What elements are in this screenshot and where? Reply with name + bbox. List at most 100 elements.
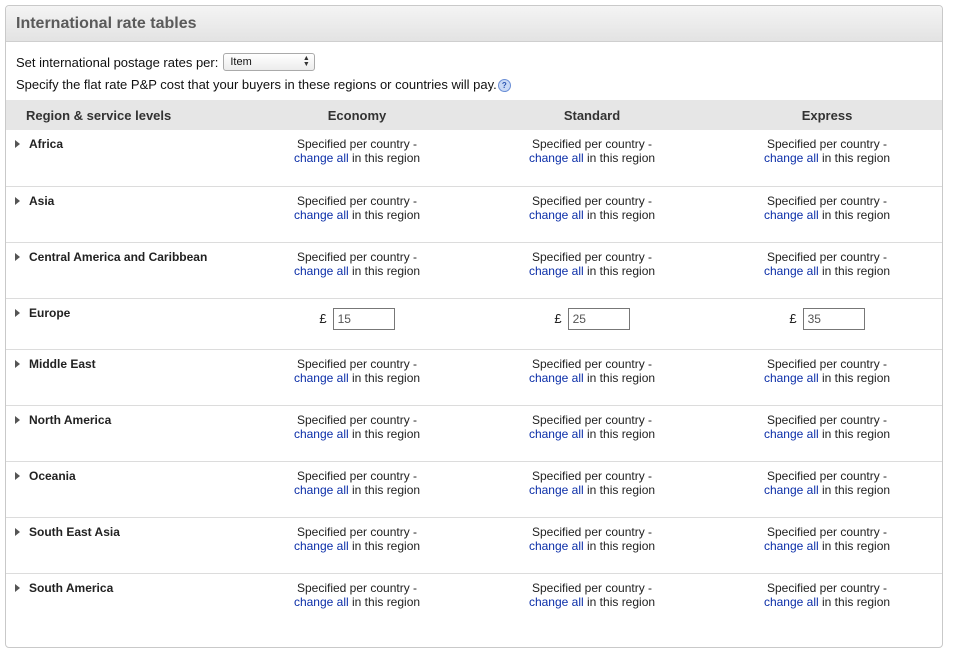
rate-per-select[interactable]: Item ▲ ▼ <box>223 53 316 71</box>
change-all-link[interactable]: change all <box>764 371 819 385</box>
express-price-input[interactable] <box>802 307 865 330</box>
in-this-region-text: in this region <box>348 426 421 441</box>
expand-triangle-icon[interactable] <box>15 196 20 205</box>
specified-per-country-text: Specified per country - <box>766 249 888 264</box>
expand-triangle-icon[interactable] <box>15 527 20 536</box>
region-cell: Asia <box>6 186 240 242</box>
specified-per-country-note: Specified per country - change all in thi… <box>710 462 942 497</box>
specified-per-country-note: Specified per country - change all in thi… <box>710 518 942 553</box>
expand-triangle-icon[interactable] <box>15 471 20 480</box>
in-this-region-text: in this region <box>818 594 891 609</box>
rate-cell-express: Specified per country - change all in thi… <box>710 242 942 298</box>
expand-triangle-icon[interactable] <box>15 359 20 368</box>
specified-per-country-text: Specified per country - <box>531 580 653 595</box>
region-name: Africa <box>29 137 64 151</box>
economy-price-input[interactable] <box>332 307 395 330</box>
region-toggle[interactable]: Middle East <box>6 350 240 371</box>
description-row: Specify the flat rate P&P cost that your… <box>16 77 942 92</box>
rate-cell-express: Specified per country - change all in thi… <box>710 130 942 186</box>
region-toggle[interactable]: Oceania <box>6 462 240 483</box>
rate-cell-standard: Specified per country - change all in thi… <box>474 242 710 298</box>
expand-triangle-icon[interactable] <box>15 308 20 317</box>
region-row: Africa Specified per country - change all … <box>6 130 942 186</box>
change-all-link[interactable]: change all <box>294 208 349 222</box>
change-all-link[interactable]: change all <box>529 371 584 385</box>
rate-cell-standard: Specified per country - change all in thi… <box>474 349 710 405</box>
change-all-link[interactable]: change all <box>294 483 349 497</box>
change-all-link[interactable]: change all <box>764 539 819 553</box>
specified-per-country-note: Specified per country - change all in thi… <box>240 350 474 385</box>
region-cell: Central America and Caribbean <box>6 242 240 298</box>
region-toggle[interactable]: South America <box>6 574 240 595</box>
change-all-link[interactable]: change all <box>529 151 584 165</box>
change-all-link[interactable]: change all <box>294 595 349 609</box>
rate-cell-standard: Specified per country - change all in thi… <box>474 573 710 629</box>
change-all-link[interactable]: change all <box>764 264 819 278</box>
help-icon[interactable]: ? <box>497 79 511 92</box>
in-this-region-text: in this region <box>818 538 891 553</box>
column-header-economy: Economy <box>327 107 387 123</box>
specified-per-country-text: Specified per country - <box>531 412 653 427</box>
region-row: South East Asia Specified per country - ch… <box>6 517 942 573</box>
specified-per-country-text: Specified per country - <box>296 137 418 151</box>
in-this-region-text: in this region <box>583 482 656 497</box>
region-row: South America Specified per country - chan… <box>6 573 942 629</box>
change-all-link[interactable]: change all <box>529 208 584 222</box>
change-all-link[interactable]: change all <box>294 427 349 441</box>
expand-triangle-icon[interactable] <box>15 140 20 148</box>
change-all-link[interactable]: change all <box>764 595 819 609</box>
expand-triangle-icon[interactable] <box>15 252 20 261</box>
in-this-region-text: in this region <box>583 594 656 609</box>
specified-per-country-note: Specified per country - change all in thi… <box>710 574 942 609</box>
region-row: Oceania Specified per country - change all… <box>6 461 942 517</box>
region-cell: North America <box>6 405 240 461</box>
region-toggle[interactable]: North America <box>6 406 240 427</box>
region-toggle[interactable]: Asia <box>6 187 240 208</box>
region-name: Middle East <box>29 356 96 371</box>
change-all-link[interactable]: change all <box>294 264 349 278</box>
in-this-region-text: in this region <box>348 482 421 497</box>
specified-per-country-note: Specified per country - change all in thi… <box>474 406 710 441</box>
change-all-link[interactable]: change all <box>529 427 584 441</box>
region-cell: South America <box>6 573 240 629</box>
region-cell: Europe <box>6 298 240 349</box>
panel-title: International rate tables <box>16 14 197 32</box>
change-all-link[interactable]: change all <box>294 371 349 385</box>
change-all-link[interactable]: change all <box>529 264 584 278</box>
currency-symbol: £ <box>789 311 797 326</box>
change-all-link[interactable]: change all <box>764 208 819 222</box>
region-toggle[interactable]: Europe <box>6 299 240 320</box>
change-all-link[interactable]: change all <box>764 151 819 165</box>
change-all-link[interactable]: change all <box>529 539 584 553</box>
expand-triangle-icon[interactable] <box>15 583 20 592</box>
column-header-region: Region & service levels <box>26 107 172 123</box>
change-all-link[interactable]: change all <box>529 595 584 609</box>
specified-per-country-note: Specified per country - change all in thi… <box>474 187 710 222</box>
price-field-group: £ <box>710 299 942 330</box>
standard-price-input[interactable] <box>567 307 630 330</box>
region-toggle[interactable]: South East Asia <box>6 518 240 539</box>
change-all-link[interactable]: change all <box>764 483 819 497</box>
rate-cell-express: Specified per country - change all in thi… <box>710 461 942 517</box>
change-all-link[interactable]: change all <box>294 539 349 553</box>
region-name: South East Asia <box>29 524 120 539</box>
specified-per-country-text: Specified per country - <box>296 412 418 427</box>
in-this-region-text: in this region <box>348 594 421 609</box>
rate-cell-economy: Specified per country - change all in thi… <box>240 405 474 461</box>
in-this-region-text: in this region <box>818 370 891 385</box>
expand-triangle-icon[interactable] <box>15 415 20 424</box>
change-all-link[interactable]: change all <box>764 427 819 441</box>
rate-cell-economy: Specified per country - change all in thi… <box>240 349 474 405</box>
specified-per-country-note: Specified per country - change all in thi… <box>240 130 474 165</box>
region-name: Europe <box>29 305 71 320</box>
change-all-link[interactable]: change all <box>294 151 349 165</box>
in-this-region-text: in this region <box>583 426 656 441</box>
specified-per-country-note: Specified per country - change all in thi… <box>710 130 942 165</box>
specified-per-country-text: Specified per country - <box>296 580 418 595</box>
region-toggle[interactable]: Central America and Caribbean <box>6 243 240 264</box>
specified-per-country-text: Specified per country - <box>766 137 888 151</box>
change-all-link[interactable]: change all <box>529 483 584 497</box>
in-this-region-text: in this region <box>818 482 891 497</box>
specified-per-country-text: Specified per country - <box>766 524 888 539</box>
region-toggle[interactable]: Africa <box>6 130 240 151</box>
